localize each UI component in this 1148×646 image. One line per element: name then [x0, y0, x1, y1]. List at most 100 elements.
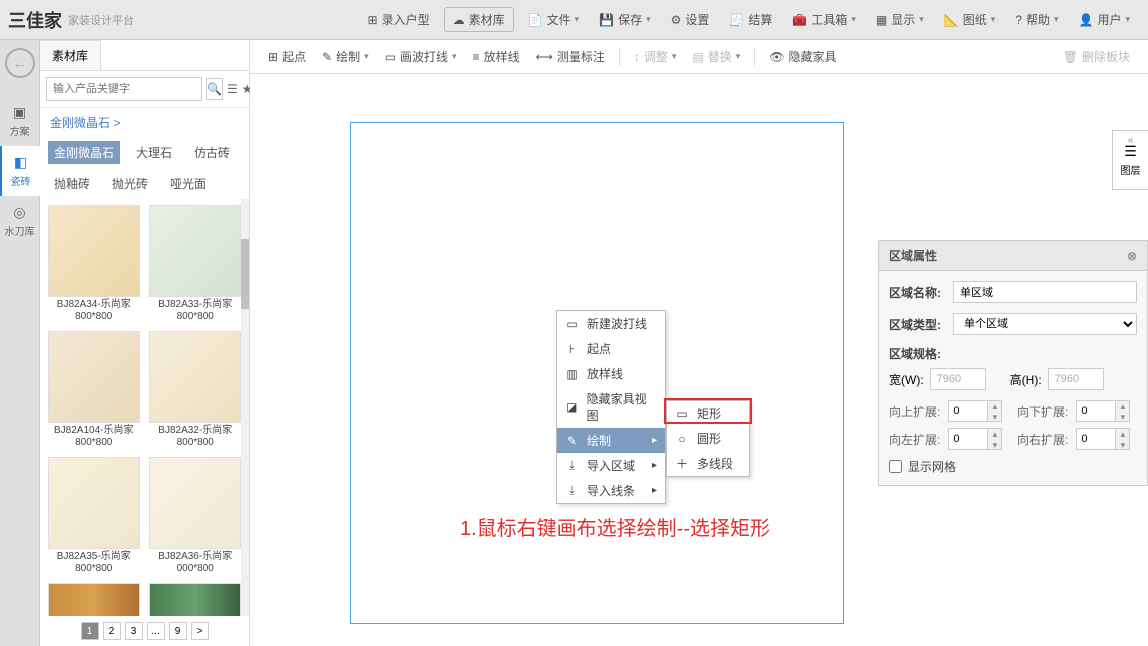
area-spec-label: 区域规格:	[889, 345, 1137, 362]
tile-item[interactable]: BJ82A34-乐尚家800*800	[46, 205, 142, 323]
area-type-select[interactable]: 单个区域	[953, 313, 1137, 335]
sidebar-tab-library[interactable]: 素材库	[40, 40, 101, 70]
menu-隐藏家具视图[interactable]: ◪隐藏家具视图	[557, 386, 665, 428]
context-menu: ▭新建波打线⊦起点▥放样线◪隐藏家具视图✎绘制▸⤓导入区域▸⤓导入线条▸	[556, 310, 666, 504]
方案-icon: ▣	[0, 104, 40, 121]
page-1[interactable]: 1	[81, 622, 99, 640]
瓷砖-icon: ◧	[2, 154, 40, 171]
caret-icon: ▾	[364, 51, 369, 62]
tile-item[interactable]	[46, 583, 142, 616]
nav-方案[interactable]: ▣方案	[0, 96, 40, 146]
topbar-结算[interactable]: 🧾结算	[719, 7, 782, 32]
topbar-工具箱[interactable]: 🧰工具箱▾	[782, 7, 866, 32]
矩形-icon: ▭	[675, 407, 689, 421]
category-抛釉砖[interactable]: 抛釉砖	[48, 172, 96, 195]
ext-label: 向上扩展:	[889, 403, 940, 420]
area-name-input[interactable]	[953, 281, 1137, 303]
放样线-icon: ▥	[565, 367, 579, 381]
tool-测量标注[interactable]: ⟷测量标注	[528, 48, 613, 65]
category-哑光面[interactable]: 哑光面	[164, 172, 212, 195]
spin-up-icon[interactable]: ▴	[988, 401, 1001, 412]
menu-导入线条[interactable]: ⤓导入线条▸	[557, 478, 665, 503]
spin-up-icon[interactable]: ▴	[1116, 401, 1129, 412]
tool-隐藏家具[interactable]: 👁隐藏家具	[761, 48, 844, 65]
tile-item[interactable]: BJ82A36-乐尚家000*800	[148, 457, 244, 575]
ext-spinner[interactable]: ▴▾	[948, 400, 1009, 422]
page-9[interactable]: 9	[169, 622, 187, 640]
帮助-icon: ?	[1015, 13, 1022, 27]
show-grid-checkbox[interactable]: 显示网格	[889, 458, 1137, 475]
caret-icon: ▾	[919, 14, 924, 25]
menu-导入区域[interactable]: ⤓导入区域▸	[557, 453, 665, 478]
tool-调整[interactable]: ↕调整▾	[626, 48, 685, 65]
height-input[interactable]	[1048, 368, 1104, 390]
page-3[interactable]: 3	[125, 622, 143, 640]
tool-起点[interactable]: ⊞起点	[260, 48, 314, 65]
ext-spinner[interactable]: ▴▾	[948, 428, 1009, 450]
设置-icon: ⚙	[671, 13, 682, 27]
pager: 123…9>	[40, 616, 249, 646]
width-input[interactable]	[930, 368, 986, 390]
tool-画波打线[interactable]: ▭画波打线▾	[377, 48, 465, 65]
spin-down-icon[interactable]: ▾	[1116, 440, 1129, 451]
menu-起点[interactable]: ⊦起点	[557, 336, 665, 361]
tile-item[interactable]: BJ82A33-乐尚家800*800	[148, 205, 244, 323]
submenu-arrow-icon: ▸	[652, 435, 657, 446]
category-大理石[interactable]: 大理石	[130, 141, 178, 164]
topbar-素材库[interactable]: ☁素材库	[444, 7, 514, 32]
tile-label: BJ82A35-乐尚家800*800	[46, 551, 142, 575]
nav-水刀库[interactable]: ◎水刀库	[0, 196, 40, 246]
category-金刚微晶石[interactable]: 金刚微晶石	[48, 141, 120, 164]
page-2[interactable]: 2	[103, 622, 121, 640]
menu-新建波打线[interactable]: ▭新建波打线	[557, 311, 665, 336]
topbar-显示[interactable]: ▦显示▾	[866, 7, 934, 32]
spin-down-icon[interactable]: ▾	[1116, 412, 1129, 423]
page-…[interactable]: …	[147, 622, 165, 640]
ext-spinner[interactable]: ▴▾	[1076, 400, 1137, 422]
caret-icon: ▾	[646, 14, 651, 25]
submenu-多线段[interactable]: ＋多线段	[667, 451, 749, 476]
topbar-设置[interactable]: ⚙设置	[661, 7, 720, 32]
spin-up-icon[interactable]: ▴	[1116, 429, 1129, 440]
起点-icon: ⊞	[268, 50, 278, 64]
layers-tab[interactable]: « ☰ 图层	[1112, 130, 1148, 190]
tool-放样线[interactable]: ≡放样线	[465, 48, 528, 65]
delete-block-button[interactable]: 🗑 删除板块	[1055, 48, 1138, 65]
tile-thumbnail	[48, 457, 140, 549]
用户-icon: 👤	[1079, 13, 1094, 27]
category-仿古砖[interactable]: 仿古砖	[188, 141, 236, 164]
list-view-icon[interactable]: ☰	[227, 78, 238, 100]
tool-绘制[interactable]: ✎绘制▾	[314, 48, 377, 65]
tile-item[interactable]: BJ82A32-乐尚家800*800	[148, 331, 244, 449]
search-input[interactable]	[46, 77, 202, 101]
submenu-圆形[interactable]: ○圆形	[667, 426, 749, 451]
tile-thumbnail	[149, 457, 241, 549]
menu-放样线[interactable]: ▥放样线	[557, 361, 665, 386]
tile-item[interactable]	[148, 583, 244, 616]
search-button[interactable]: 🔍	[206, 78, 223, 100]
ext-spinner[interactable]: ▴▾	[1076, 428, 1137, 450]
topbar-保存[interactable]: 💾保存▾	[589, 7, 661, 32]
topbar-帮助[interactable]: ?帮助▾	[1005, 7, 1068, 32]
category-抛光砖[interactable]: 抛光砖	[106, 172, 154, 195]
spin-down-icon[interactable]: ▾	[988, 412, 1001, 423]
topbar-录入户型[interactable]: ⊞录入户型	[358, 7, 440, 32]
scrollbar-thumb[interactable]	[241, 239, 249, 309]
breadcrumb[interactable]: 金刚微晶石 >	[40, 108, 249, 137]
spin-up-icon[interactable]: ▴	[988, 429, 1001, 440]
tile-item[interactable]: BJ82A104-乐尚家800*800	[46, 331, 142, 449]
menu-绘制[interactable]: ✎绘制▸	[557, 428, 665, 453]
topbar: 三佳家 家装设计平台 ⊞录入户型☁素材库📄文件▾💾保存▾⚙设置🧾结算🧰工具箱▾▦…	[0, 0, 1148, 40]
tile-item[interactable]: BJ82A35-乐尚家800*800	[46, 457, 142, 575]
topbar-文件[interactable]: 📄文件▾	[518, 7, 590, 32]
spin-down-icon[interactable]: ▾	[988, 440, 1001, 451]
panel-close-icon[interactable]: ⊗	[1127, 249, 1137, 263]
back-button[interactable]: ←	[5, 48, 35, 78]
nav-瓷砖[interactable]: ◧瓷砖	[0, 146, 40, 196]
submenu-矩形[interactable]: ▭矩形	[667, 401, 749, 426]
tool-替换[interactable]: ▤替换▾	[684, 48, 748, 65]
topbar-图纸[interactable]: 📐图纸▾	[934, 7, 1006, 32]
topbar-用户[interactable]: 👤用户▾	[1069, 7, 1141, 32]
工具箱-icon: 🧰	[792, 13, 807, 27]
page->[interactable]: >	[191, 622, 209, 640]
